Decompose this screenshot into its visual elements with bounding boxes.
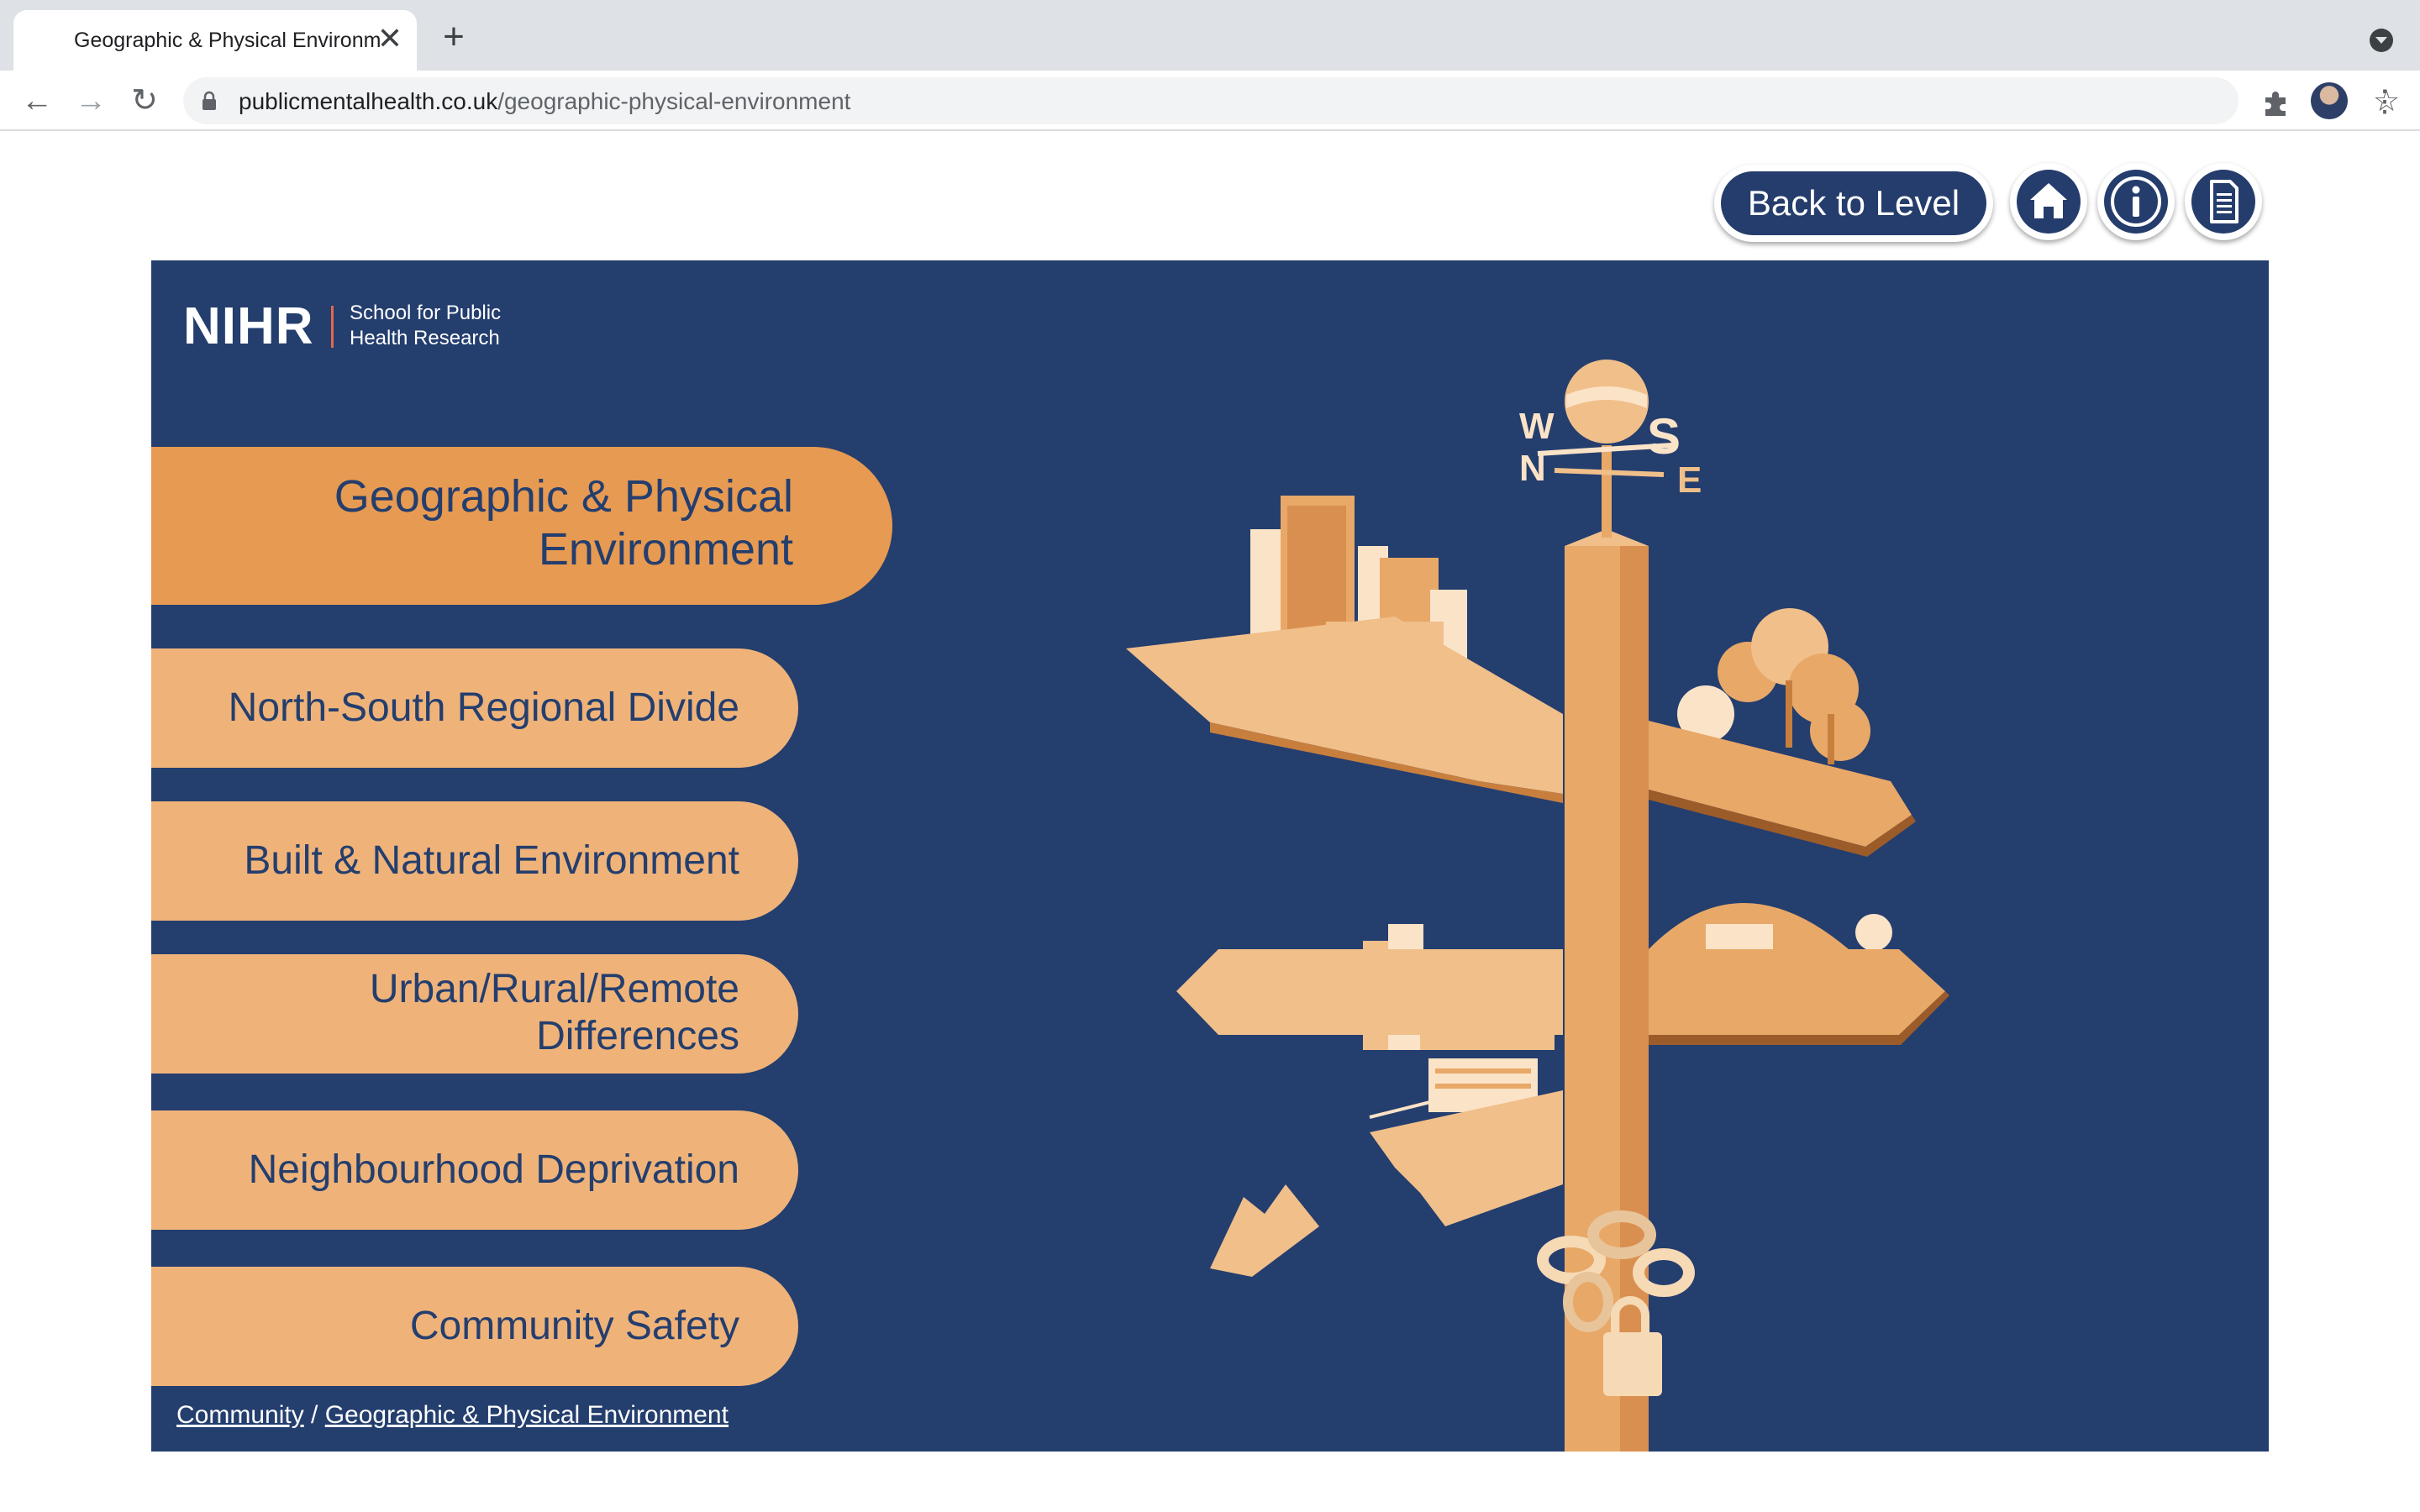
url-path: /geographic-physical-environment	[497, 88, 851, 114]
broken-arrow-head	[1210, 1184, 1319, 1277]
menu-item-label: Community Safety	[409, 1304, 739, 1348]
back-to-level-label: Back to Level	[1721, 171, 1986, 235]
main-panel: NIHR School for Public Health Research G…	[151, 260, 2269, 1452]
menu-item-label-line1: Urban/Rural/Remote	[369, 967, 739, 1011]
url-domain: publicmentalhealth.co.uk	[239, 88, 498, 114]
breadcrumb-separator: /	[303, 1401, 325, 1429]
document-icon	[2210, 180, 2238, 223]
browser-tab[interactable]: Geographic & Physical Environm ✕	[13, 10, 417, 71]
breadcrumb-link-community[interactable]: Community	[176, 1401, 304, 1429]
signpost-illustration: W N S E	[1126, 360, 1949, 1452]
logo-subtitle-line2: Health Research	[350, 327, 500, 349]
home-icon	[2030, 183, 2067, 218]
menu-item-label-line2: Differences	[536, 1014, 739, 1058]
arrow-sign-middle-left	[1176, 949, 1563, 1035]
menu-item-label-line1: Geographic & Physical	[334, 471, 793, 522]
tab-title: Geographic & Physical Environm	[74, 29, 380, 52]
compass-s: S	[1647, 408, 1681, 465]
back-arrow-icon[interactable]: ←	[17, 81, 57, 121]
menu-item-north-south-regional-divide[interactable]: North-South Regional Divide	[151, 648, 798, 768]
menu-item-geographic-physical-environment[interactable]: Geographic & Physical Environment	[151, 447, 892, 605]
arrow-sign-top-left	[1126, 617, 1563, 794]
close-icon[interactable]: ✕	[373, 22, 407, 55]
menu-item-urban-rural-remote-differences[interactable]: Urban/Rural/Remote Differences	[151, 954, 798, 1074]
weathervane-icon: W N S E	[1519, 360, 1702, 538]
browser-tab-bar: Geographic & Physical Environm ✕ +	[0, 0, 2420, 71]
back-to-level-button[interactable]: Back to Level	[1714, 165, 1993, 242]
menu-item-label: North-South Regional Divide	[228, 685, 739, 730]
profile-avatar[interactable]	[2311, 82, 2348, 119]
menu-item-community-safety[interactable]: Community Safety	[151, 1267, 798, 1386]
home-button[interactable]	[2010, 163, 2087, 240]
browser-toolbar: ← → ↻ publicmentalhealth.co.uk/geographi…	[0, 71, 2420, 131]
extensions-puzzle-icon[interactable]	[2259, 86, 2292, 119]
hill-houses-icon	[1649, 903, 1892, 951]
url-text: publicmentalhealth.co.uk/geographic-phys…	[239, 88, 850, 115]
tab-search-icon[interactable]	[2370, 29, 2393, 52]
arrow-sign-middle-right	[1649, 949, 1945, 1035]
menu-item-label: Neighbourhood Deprivation	[248, 1147, 739, 1192]
lock-icon	[203, 91, 216, 110]
document-button[interactable]	[2185, 163, 2262, 240]
compass-e: E	[1677, 459, 1702, 501]
reload-icon[interactable]: ↻	[124, 81, 165, 121]
breadcrumb: Community / Geographic & Physical Enviro…	[176, 1401, 729, 1430]
logo-subtitle-line1: School for Public	[350, 302, 502, 324]
address-bar[interactable]: publicmentalhealth.co.uk/geographic-phys…	[183, 77, 2400, 124]
menu-item-neighbourhood-deprivation[interactable]: Neighbourhood Deprivation	[151, 1110, 798, 1230]
compass-w: W	[1519, 406, 1555, 447]
browser-menu-icon[interactable]: ⋮	[2368, 81, 2402, 121]
forward-arrow-icon[interactable]: →	[71, 81, 111, 121]
menu-item-built-natural-environment[interactable]: Built & Natural Environment	[151, 801, 798, 921]
info-button[interactable]	[2097, 163, 2175, 240]
logo-subtitle: School for Public Health Research	[350, 301, 551, 351]
menu-item-label: Built & Natural Environment	[244, 838, 739, 883]
logo-divider	[331, 306, 334, 348]
breadcrumb-link-current[interactable]: Geographic & Physical Environment	[325, 1401, 729, 1429]
compass-n: N	[1519, 448, 1546, 489]
logo-wordmark: NIHR	[183, 297, 314, 355]
new-tab-button[interactable]: +	[434, 18, 474, 59]
menu-item-label-line2: Environment	[538, 524, 793, 575]
info-icon	[2111, 176, 2161, 227]
